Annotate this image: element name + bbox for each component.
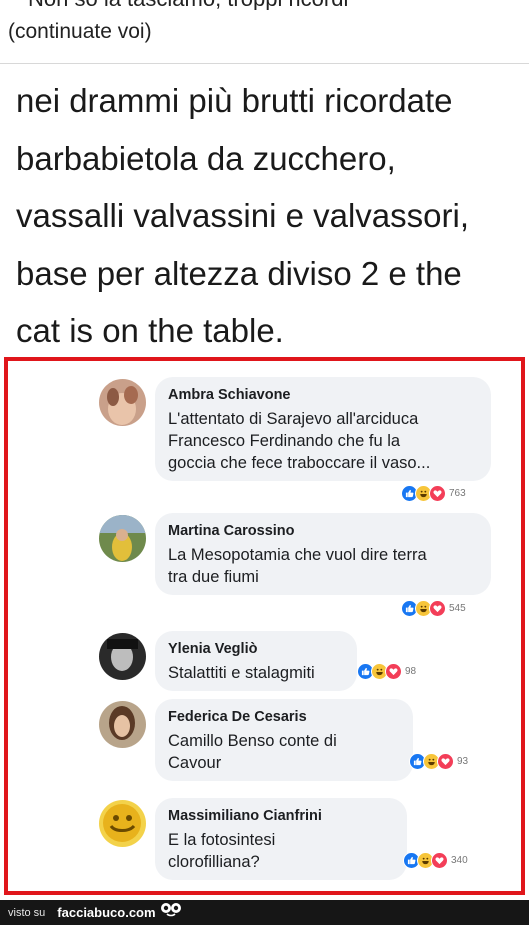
post-line: vassalli valvassini e valvassori,: [16, 197, 469, 234]
watermark-footer: visto su facciabuco.com: [0, 900, 529, 925]
avatar[interactable]: [99, 379, 146, 426]
reaction-summary[interactable]: 340: [403, 852, 468, 869]
comment-line: goccia che fece traboccare il vaso...: [168, 454, 431, 472]
post-subtitle: (continuate voi): [8, 20, 152, 43]
comment-text: Stalattiti e stalagmiti: [168, 662, 343, 684]
post-text: nei drammi più brutti ricordate barbabie…: [16, 72, 529, 360]
avatar[interactable]: [99, 515, 146, 562]
post-line: nei drammi più brutti ricordate: [16, 82, 453, 119]
avatar-photo-icon: [99, 701, 146, 748]
comment-bubble: Martina Carossino La Mesopotamia che vuo…: [155, 513, 491, 595]
avatar-photo-icon: [99, 633, 146, 680]
avatar-photo-icon: [99, 515, 146, 562]
commenter-name[interactable]: Massimiliano Cianfrini: [168, 808, 393, 824]
divider: [0, 63, 529, 64]
avatar[interactable]: [99, 633, 146, 680]
reaction-summary[interactable]: 93: [409, 753, 468, 770]
love-reaction-icon: [437, 753, 454, 770]
comment-line: L'attentato di Sarajevo all'arciduca: [168, 410, 419, 428]
post-line: barbabietola da zucchero,: [16, 139, 396, 177]
love-reaction-icon: [429, 600, 446, 617]
comment-line: Camillo Benso conte di: [168, 732, 337, 750]
love-reaction-icon: [385, 663, 402, 680]
facciabuco-logo-icon: [160, 902, 182, 923]
commenter-name[interactable]: Ambra Schiavone: [168, 387, 477, 403]
comment-bubble: Massimiliano Cianfrini E la fotosintesi …: [155, 798, 407, 880]
reaction-summary[interactable]: 98: [357, 663, 416, 680]
reaction-summary[interactable]: 763: [401, 485, 466, 502]
comment-item: Federica De Cesaris Camillo Benso conte …: [95, 699, 515, 784]
reaction-count: 93: [457, 756, 469, 767]
visto-su-label: visto su: [8, 906, 46, 919]
post-header-cut-text: Non so la tasciamo, troppi ricordi: [0, 0, 529, 10]
comment-item: Ambra Schiavone L'attentato di Sarajevo …: [95, 377, 515, 502]
comment-line: Cavour: [168, 754, 222, 772]
comment-text: L'attentato di Sarajevo all'arciduca Fra…: [168, 408, 477, 474]
comment-line: clorofilliana?: [168, 853, 260, 871]
reaction-summary[interactable]: 545: [401, 600, 466, 617]
post-line: cat is on the table.: [16, 312, 284, 349]
comment-item: Massimiliano Cianfrini E la fotosintesi …: [95, 798, 515, 888]
avatar[interactable]: [99, 800, 146, 847]
avatar-photo-icon: [99, 379, 146, 426]
reaction-count: 545: [449, 603, 466, 614]
comment-item: Ylenia Vegliò Stalattiti e stalagmiti 98: [95, 631, 515, 691]
reaction-count: 763: [449, 488, 466, 499]
comment-bubble: Federica De Cesaris Camillo Benso conte …: [155, 699, 413, 781]
commenter-name[interactable]: Ylenia Vegliò: [168, 641, 343, 657]
comment-bubble: Ambra Schiavone L'attentato di Sarajevo …: [155, 377, 491, 481]
reaction-count: 340: [451, 855, 468, 866]
comment-line: E la fotosintesi: [168, 831, 276, 849]
comment-line: Stalattiti e stalagmiti: [168, 664, 315, 682]
commenter-name[interactable]: Federica De Cesaris: [168, 709, 399, 725]
commenter-name[interactable]: Martina Carossino: [168, 523, 477, 539]
love-reaction-icon: [429, 485, 446, 502]
love-reaction-icon: [431, 852, 448, 869]
comments-highlight-frame: Ambra Schiavone L'attentato di Sarajevo …: [4, 357, 525, 895]
comment-bubble: Ylenia Vegliò Stalattiti e stalagmiti: [155, 631, 357, 691]
avatar-photo-icon: [99, 800, 146, 847]
comment-line: La Mesopotamia che vuol dire terra: [168, 546, 427, 564]
comment-text: Camillo Benso conte di Cavour: [168, 730, 399, 774]
reaction-count: 98: [405, 666, 417, 677]
comment-line: Francesco Ferdinando che fu la: [168, 432, 401, 450]
comment-line: tra due fiumi: [168, 568, 259, 586]
comment-text: La Mesopotamia che vuol dire terra tra d…: [168, 544, 477, 588]
comment-item: Martina Carossino La Mesopotamia che vuo…: [95, 513, 515, 623]
comment-text: E la fotosintesi clorofilliana?: [168, 829, 393, 873]
avatar[interactable]: [99, 701, 146, 748]
post-line: base per altezza diviso 2 e the: [16, 254, 462, 292]
brand-link[interactable]: facciabuco.com: [57, 905, 155, 920]
